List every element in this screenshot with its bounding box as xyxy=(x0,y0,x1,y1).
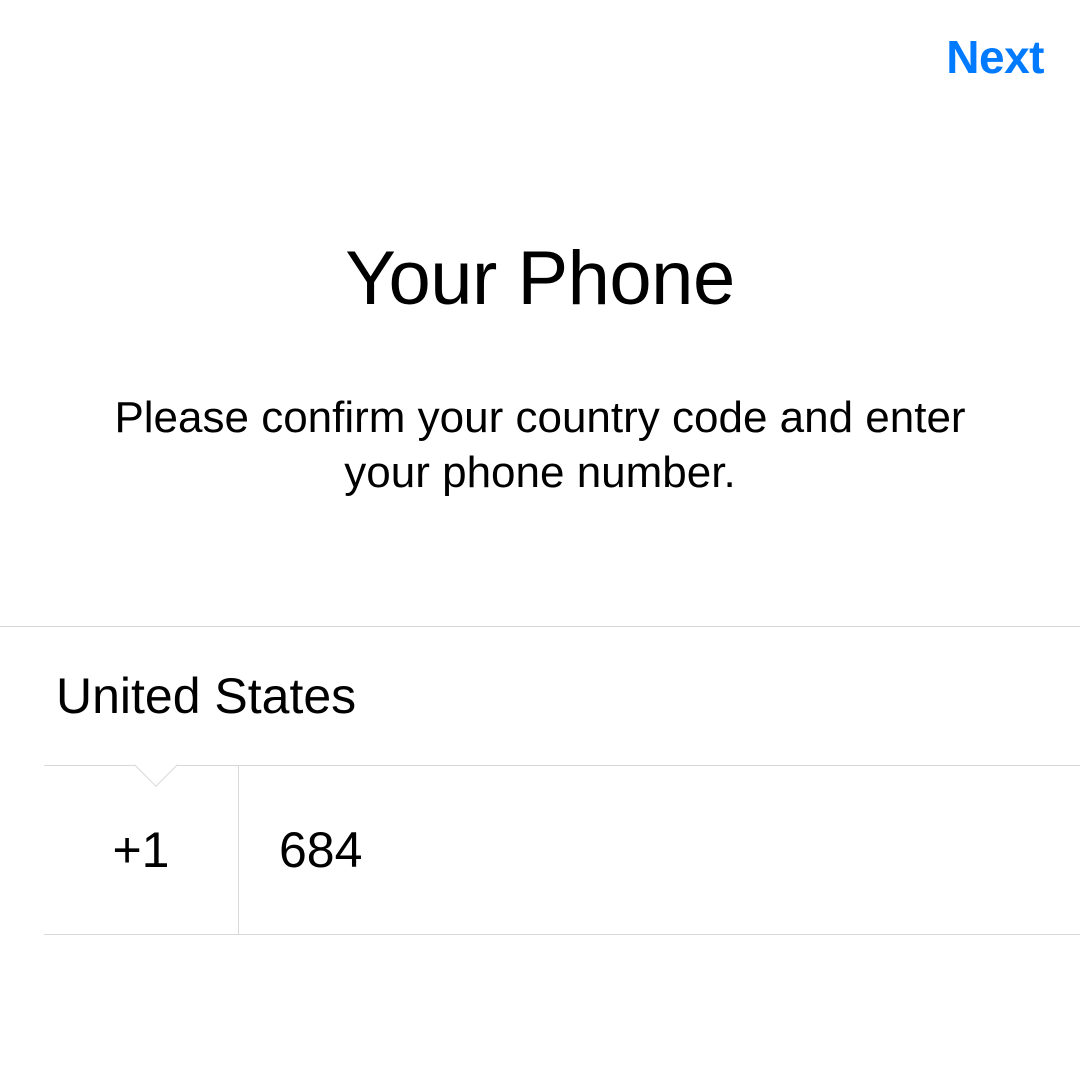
next-button[interactable]: Next xyxy=(946,30,1044,84)
phone-number-container xyxy=(239,766,1080,934)
country-selector[interactable]: United States xyxy=(0,626,1080,765)
top-nav: Next xyxy=(0,0,1080,95)
page-title: Your Phone xyxy=(40,235,1040,322)
phone-input-row: +1 xyxy=(44,765,1080,935)
phone-form: United States +1 xyxy=(0,626,1080,935)
header-block: Your Phone Please confirm your country c… xyxy=(0,95,1080,500)
page-subtitle: Please confirm your country code and ent… xyxy=(40,390,1040,500)
phone-number-input[interactable] xyxy=(279,821,1080,879)
country-code-field[interactable]: +1 xyxy=(44,766,239,934)
